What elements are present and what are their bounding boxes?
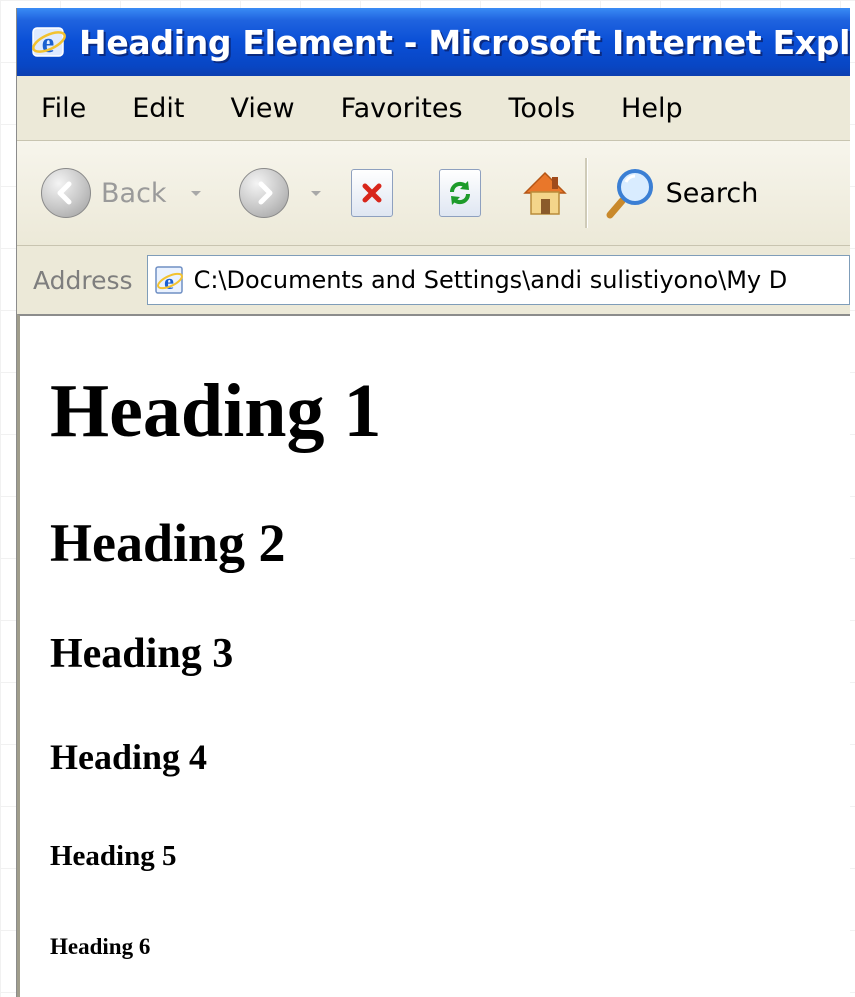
menu-edit[interactable]: Edit (108, 93, 206, 124)
home-icon (522, 171, 567, 215)
heading-5: Heading 5 (50, 840, 177, 872)
back-icon (41, 168, 91, 218)
heading-2: Heading 2 (50, 513, 286, 573)
window-title: Heading Element - Microsoft Internet Exp… (79, 22, 850, 62)
page-icon: e (154, 264, 186, 296)
refresh-icon (438, 169, 481, 217)
menu-view[interactable]: View (206, 93, 316, 124)
stop-icon (350, 169, 393, 217)
ie-logo-icon: e (29, 22, 69, 62)
svg-text:e: e (164, 269, 174, 294)
page-content: Heading 1 Heading 2 Heading 3 Heading 4 … (17, 314, 850, 997)
search-button[interactable]: Search (602, 165, 759, 221)
menu-bar: File Edit View Favorites Tools Help (17, 76, 850, 141)
standard-toolbar: Back Search (17, 141, 850, 246)
forward-dropdown-icon[interactable] (310, 190, 321, 196)
home-button[interactable] (519, 167, 571, 219)
address-bar: Address e C:\Documents and Settings\andi… (17, 246, 850, 315)
heading-1: Heading 1 (50, 369, 382, 453)
back-dropdown-icon[interactable] (190, 190, 201, 196)
forward-button[interactable] (238, 168, 289, 218)
back-label: Back (101, 177, 167, 209)
menu-tools[interactable]: Tools (485, 93, 598, 124)
address-value: C:\Documents and Settings\andi sulistiyo… (193, 266, 788, 294)
forward-icon (238, 168, 289, 218)
heading-4: Heading 4 (50, 737, 208, 777)
browser-window: e Heading Element - Microsoft Internet E… (16, 8, 850, 997)
search-label: Search (665, 177, 759, 209)
menu-favorites[interactable]: Favorites (317, 93, 485, 124)
stop-button[interactable] (350, 169, 393, 217)
menu-file[interactable]: File (17, 93, 108, 124)
heading-6: Heading 6 (50, 934, 151, 959)
back-button[interactable]: Back (41, 168, 167, 218)
address-input[interactable]: e C:\Documents and Settings\andi sulisti… (146, 255, 850, 305)
menu-help[interactable]: Help (597, 93, 705, 124)
toolbar-separator (584, 158, 588, 228)
address-label: Address (33, 265, 133, 295)
title-bar[interactable]: e Heading Element - Microsoft Internet E… (17, 8, 850, 76)
search-icon (606, 169, 653, 219)
heading-3: Heading 3 (50, 631, 234, 677)
refresh-button[interactable] (438, 169, 481, 217)
